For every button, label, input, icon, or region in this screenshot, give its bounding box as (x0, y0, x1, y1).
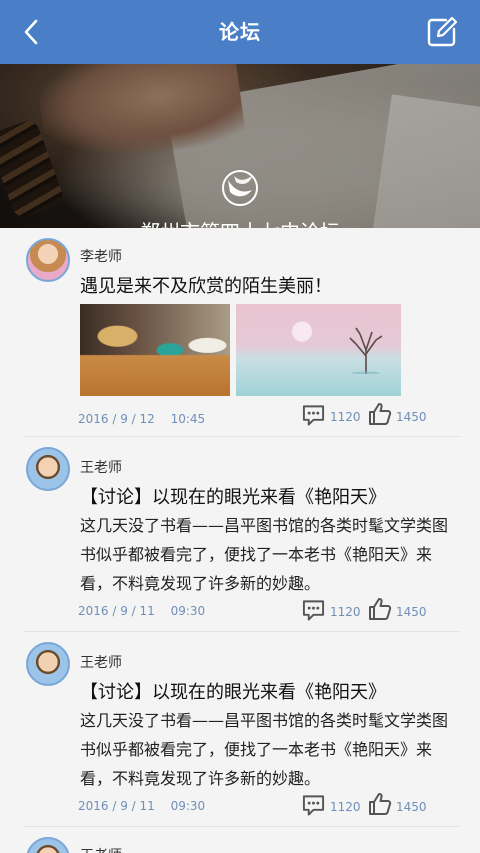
forum-name: 郑州市第四十七中论坛 (0, 216, 480, 228)
post-image-tree[interactable] (236, 304, 401, 396)
post-item[interactable]: 李老师 遇见是来不及欣赏的陌生美丽！ 2016 / 9 / 12 10:45 1… (0, 228, 480, 437)
like-count: 1450 (396, 410, 427, 424)
post-item[interactable]: 王老师 【讨论】以现在的眼光来看《艳阳天》 这几天没了书看——昌平图书馆的各类时… (0, 437, 480, 632)
comment-count: 1120 (330, 605, 361, 619)
post-date: 2016 / 9 / 11 09:30 (78, 604, 206, 618)
post-author: 王老师 (80, 655, 122, 671)
thumbs-up-icon[interactable] (368, 597, 392, 621)
post-author: 李老师 (80, 249, 122, 265)
avatar[interactable] (26, 642, 70, 686)
avatar[interactable] (26, 837, 70, 853)
comment-icon[interactable] (302, 794, 325, 816)
edit-icon[interactable] (426, 16, 458, 48)
comment-count: 1120 (330, 410, 361, 424)
post-title: 遇见是来不及欣赏的陌生美丽！ (80, 276, 332, 297)
tree-graphic (349, 327, 383, 374)
post-item[interactable]: 王老师 【讨论】以现在的眼光来看《艳阳天》 这几天没了书看——昌平图书馆的各类时… (0, 632, 480, 827)
post-author: 王老师 (80, 845, 122, 853)
comment-icon[interactable] (302, 404, 325, 426)
thumbs-up-icon[interactable] (368, 792, 392, 816)
like-count: 1450 (396, 800, 427, 814)
post-excerpt: 这几天没了书看——昌平图书馆的各类时髦文学类图书似乎都被看完了，便找了一本老书《… (80, 516, 449, 593)
avatar[interactable] (26, 238, 70, 282)
post-title: 【讨论】以现在的眼光来看《艳阳天》 (80, 487, 386, 508)
school-logo-icon (222, 170, 258, 206)
post-title: 【讨论】以现在的眼光来看《艳阳天》 (80, 682, 386, 703)
post-date: 2016 / 9 / 12 10:45 (78, 412, 206, 426)
post-author: 王老师 (80, 460, 122, 476)
avatar[interactable] (26, 447, 70, 491)
post-excerpt: 这几天没了书看——昌平图书馆的各类时髦文学类图书似乎都被看完了，便找了一本老书《… (80, 711, 449, 788)
comment-count: 1120 (330, 800, 361, 814)
comment-icon[interactable] (302, 599, 325, 621)
top-bar: 论坛 (0, 0, 480, 64)
post-date: 2016 / 9 / 11 09:30 (78, 799, 206, 813)
post-item[interactable]: 王老师 (0, 827, 480, 853)
thumbs-up-icon[interactable] (368, 402, 392, 426)
post-image-books[interactable] (80, 304, 230, 396)
forum-banner: 郑州市第四十七中论坛 (0, 64, 480, 228)
page-title: 论坛 (219, 20, 261, 44)
like-count: 1450 (396, 605, 427, 619)
